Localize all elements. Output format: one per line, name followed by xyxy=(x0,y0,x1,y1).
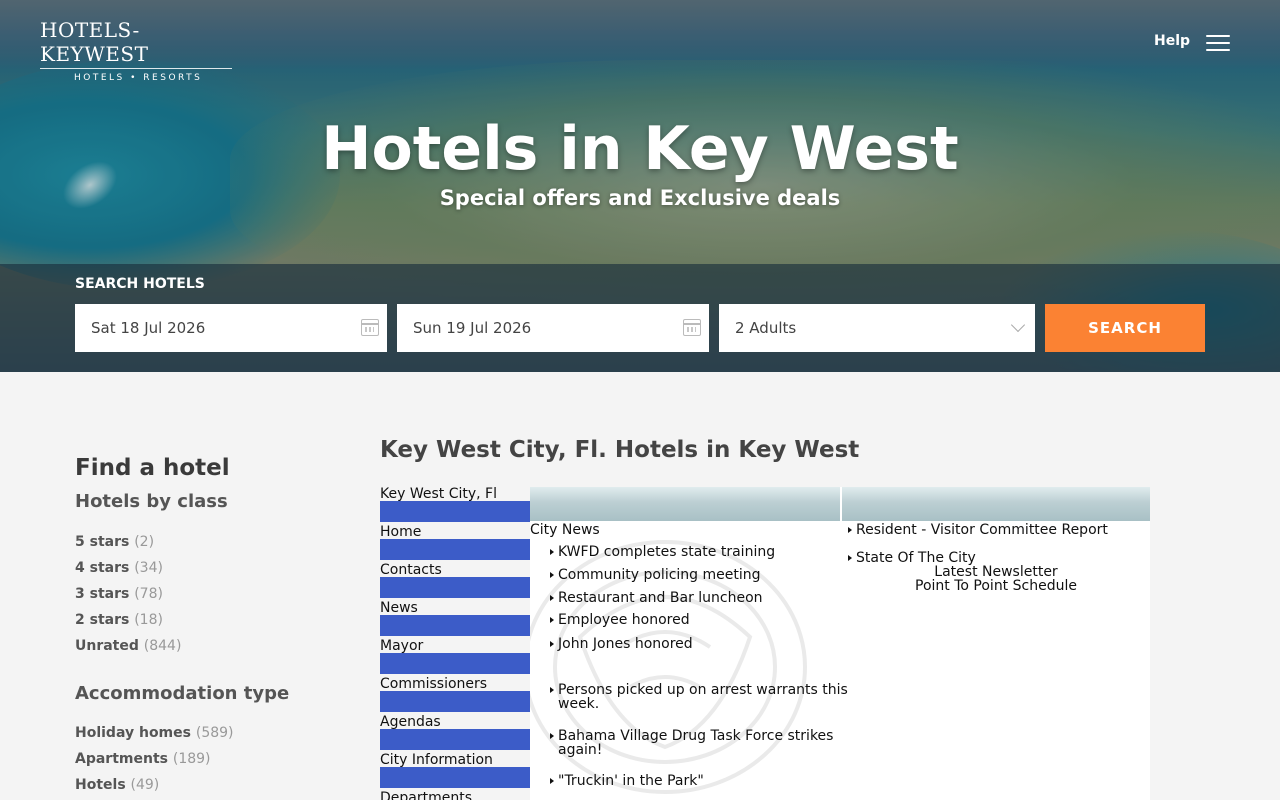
search-button[interactable]: SEARCH xyxy=(1045,304,1205,352)
guests-value: 2 Adults xyxy=(735,319,797,337)
hotels-by-class-title: Hotels by class xyxy=(75,491,228,512)
column-header-bar xyxy=(530,487,840,521)
city-nav-item[interactable]: City Information xyxy=(380,752,530,791)
hero-title: Hotels in Key West xyxy=(321,114,959,184)
hero-subtitle: Special offers and Exclusive deals xyxy=(439,186,841,210)
newsletter-link[interactable]: Latest Newsletter xyxy=(842,565,1150,579)
search-label: SEARCH HOTELS xyxy=(75,276,205,292)
class-list: 5 stars (2) 4 stars (34) 3 stars (78) 2 … xyxy=(75,534,181,664)
logo-sub-text: HOTELS • RESORTS xyxy=(74,73,203,83)
accommodation-filter-item[interactable]: Holiday homes (589) xyxy=(75,725,234,751)
checkout-date-value: Sun 19 Jul 2026 xyxy=(413,319,532,337)
accommodation-filter-item[interactable]: Apartments (189) xyxy=(75,751,234,777)
find-hotel-title: Find a hotel xyxy=(75,455,230,481)
schedule-link[interactable]: Point To Point Schedule xyxy=(842,579,1150,593)
city-nav-item[interactable]: Departments xyxy=(380,790,530,800)
city-nav-item[interactable]: Home xyxy=(380,524,530,563)
city-website-panel: Key West City, Fl Home Contacts News May… xyxy=(380,487,1150,800)
city-nav: Key West City, Fl Home Contacts News May… xyxy=(380,487,530,800)
nav-button-bar[interactable] xyxy=(380,653,530,674)
news-link[interactable]: "Truckin' in the Park" xyxy=(550,774,850,788)
news-list: Persons picked up on arrest warrants thi… xyxy=(550,683,850,711)
column-header-bar xyxy=(842,487,1150,521)
nav-button-bar[interactable] xyxy=(380,729,530,750)
checkin-date-value: Sat 18 Jul 2026 xyxy=(91,319,206,337)
class-filter-item[interactable]: Unrated (844) xyxy=(75,638,181,664)
logo-main-text: HOTELS-KEYWEST xyxy=(40,18,149,66)
city-nav-item[interactable]: Agendas xyxy=(380,714,530,753)
nav-button-bar[interactable] xyxy=(380,767,530,788)
news-link[interactable]: Bahama Village Drug Task Force strikes a… xyxy=(550,729,840,757)
news-list: John Jones honored xyxy=(550,637,850,651)
class-filter-item[interactable]: 2 stars (18) xyxy=(75,612,181,638)
news-list: Bahama Village Drug Task Force strikes a… xyxy=(550,729,840,757)
city-nav-item[interactable]: Contacts xyxy=(380,562,530,601)
city-nav-item[interactable]: Commissioners xyxy=(380,676,530,715)
accommodation-list: Holiday homes (589) Apartments (189) Hot… xyxy=(75,725,234,800)
site-logo[interactable]: HOTELS-KEYWEST HOTELS • RESORTS xyxy=(40,18,240,83)
news-link[interactable]: KWFD completes state training xyxy=(550,545,850,568)
checkin-date-field[interactable]: Sat 18 Jul 2026 xyxy=(75,304,387,352)
calendar-icon[interactable] xyxy=(683,319,701,336)
nav-button-bar[interactable] xyxy=(380,501,530,522)
calendar-icon[interactable] xyxy=(361,319,379,336)
help-link[interactable]: Help xyxy=(1154,33,1190,49)
nav-button-bar[interactable] xyxy=(380,691,530,712)
news-link[interactable]: Employee honored xyxy=(550,613,850,636)
city-nav-item[interactable]: Key West City, Fl xyxy=(380,487,530,525)
news-list: "Truckin' in the Park" xyxy=(550,774,850,788)
nav-button-bar[interactable] xyxy=(380,539,530,560)
news-link[interactable]: John Jones honored xyxy=(550,637,850,651)
news-link[interactable]: Restaurant and Bar luncheon xyxy=(550,591,850,613)
class-filter-item[interactable]: 3 stars (78) xyxy=(75,586,181,612)
nav-button-bar[interactable] xyxy=(380,577,530,598)
page-heading: Key West City, Fl. Hotels in Key West xyxy=(380,437,860,463)
committee-report-link[interactable]: Resident - Visitor Committee Report xyxy=(848,522,1108,538)
nav-button-bar[interactable] xyxy=(380,615,530,636)
news-link[interactable]: Persons picked up on arrest warrants thi… xyxy=(550,683,850,711)
guests-select[interactable]: 2 Adults xyxy=(719,304,1035,352)
city-nav-item[interactable]: Mayor xyxy=(380,638,530,677)
checkout-date-field[interactable]: Sun 19 Jul 2026 xyxy=(397,304,709,352)
accommodation-filter-item[interactable]: Hotels (49) xyxy=(75,777,234,800)
class-filter-item[interactable]: 5 stars (2) xyxy=(75,534,181,560)
accommodation-type-title: Accommodation type xyxy=(75,683,290,704)
news-list: KWFD completes state training Community … xyxy=(550,545,850,636)
news-link[interactable]: Community policing meeting xyxy=(550,568,850,591)
chevron-down-icon xyxy=(1010,317,1026,333)
city-nav-item[interactable]: News xyxy=(380,600,530,639)
class-filter-item[interactable]: 4 stars (34) xyxy=(75,560,181,586)
city-news-title: City News xyxy=(530,522,600,538)
logo-rule xyxy=(40,68,232,69)
hamburger-menu-icon[interactable] xyxy=(1206,35,1230,51)
